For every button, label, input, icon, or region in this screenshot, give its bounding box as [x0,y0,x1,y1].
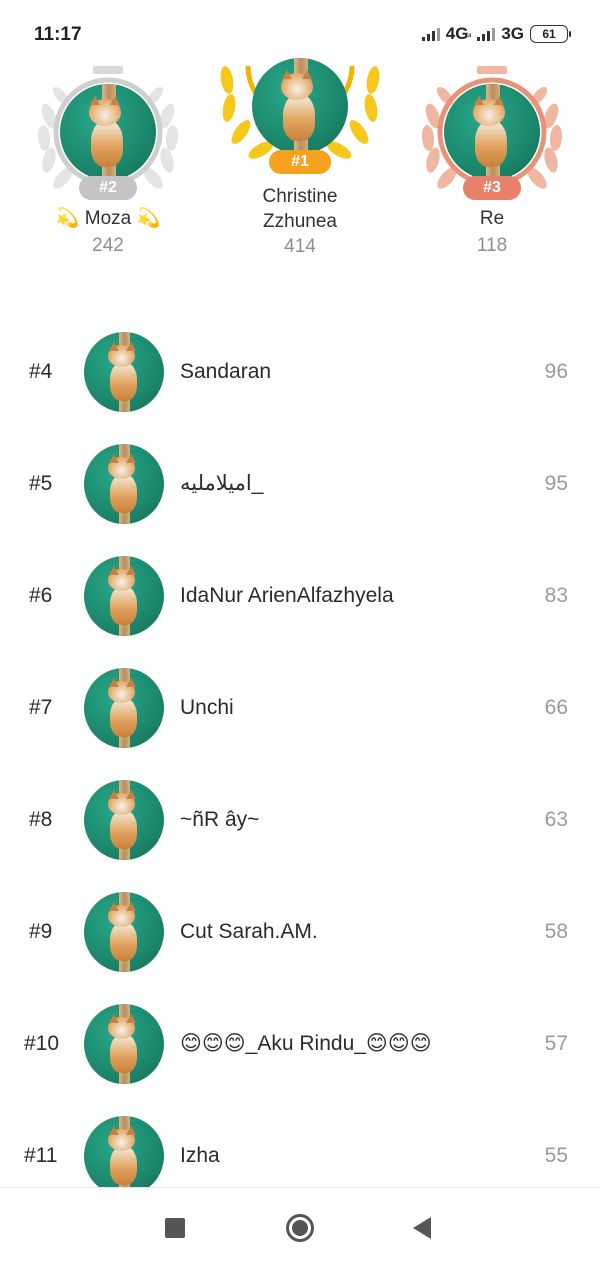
avatar [444,84,540,180]
home-icon [286,1214,314,1242]
signal-icon [477,27,496,41]
podium-first[interactable]: #1 Christine Zzhunea 414 [205,58,395,258]
system-nav-bar [0,1187,600,1267]
player-name: IdaNur ArienAlfazhyela [180,584,394,607]
home-button[interactable] [282,1210,318,1246]
player-name: ~ñR ây~ [180,808,260,831]
avatar [84,892,164,972]
status-icons: 4Gᵢₗ 3G 61 [421,24,571,44]
player-name: 😊😊😊_Aku Rindu_😊😊😊 [180,1032,432,1055]
player-name: Unchi [180,696,234,719]
list-item[interactable]: #10 😊😊😊_Aku Rindu_😊😊😊 57 [0,988,600,1100]
player-score: 95 [544,472,568,495]
player-name: Cut Sarah.AM. [180,920,318,943]
battery-icon: 61 [530,25,571,43]
back-triangle-icon [413,1217,431,1239]
avatar [84,780,164,860]
list-item[interactable]: #6 IdaNur ArienAlfazhyela 83 [0,540,600,652]
rank-number: #9 [29,920,53,943]
player-score: 58 [544,920,568,943]
player-score: 96 [544,360,568,383]
gold-wreath-icon: #1 [215,58,385,178]
player-score: 63 [544,808,568,831]
list-item[interactable]: #5 اميلامليه_ 95 [0,428,600,540]
player-name: 💫 Moza 💫 [55,208,161,229]
player-name: اميلامليه_ [180,472,264,495]
rank-badge: #2 [79,176,137,200]
recent-apps-button[interactable] [157,1210,193,1246]
rank-number: #8 [29,808,53,831]
player-score: 242 [92,235,124,256]
status-bar: 11:17 4Gᵢₗ 3G 61 [0,0,600,66]
player-score: 83 [544,584,568,607]
player-score: 414 [284,236,316,257]
rank-number: #10 [24,1032,60,1055]
player-name: Sandaran [180,360,272,383]
rank-number: #4 [29,360,53,383]
rank-badge: #1 [269,150,331,174]
square-icon [165,1218,185,1238]
podium-third[interactable]: #3 Re 118 [412,66,572,257]
silver-wreath-icon: #2 [33,66,183,200]
list-item[interactable]: #4 Sandaran 96 [0,316,600,428]
player-name: Re [479,208,505,229]
rank-number: #7 [29,696,53,719]
back-button[interactable] [404,1210,440,1246]
network-type-1: 4Gᵢₗ [445,24,472,43]
rank-badge: #3 [463,176,521,200]
player-name: Christine Zzhunea [262,186,338,232]
avatar [84,556,164,636]
avatar [84,1116,164,1196]
podium-second[interactable]: #2 💫 Moza 💫 242 [28,66,188,257]
player-score: 57 [544,1032,568,1055]
avatar [252,58,348,154]
avatar [84,668,164,748]
signal-icon [421,27,440,41]
avatar [84,444,164,524]
avatar [84,1004,164,1084]
network-type-2: 3G [501,24,524,43]
rank-number: #5 [29,472,53,495]
avatar [60,84,156,180]
list-item[interactable]: #9 Cut Sarah.AM. 58 [0,876,600,988]
avatar [84,332,164,412]
player-score: 118 [476,235,508,256]
list-item[interactable]: #7 Unchi 66 [0,652,600,764]
player-score: 66 [544,696,568,719]
bronze-wreath-icon: #3 [417,66,567,200]
status-time: 11:17 [34,24,82,45]
list-item[interactable]: #8 ~ñR ây~ 63 [0,764,600,876]
rank-number: #6 [29,584,53,607]
